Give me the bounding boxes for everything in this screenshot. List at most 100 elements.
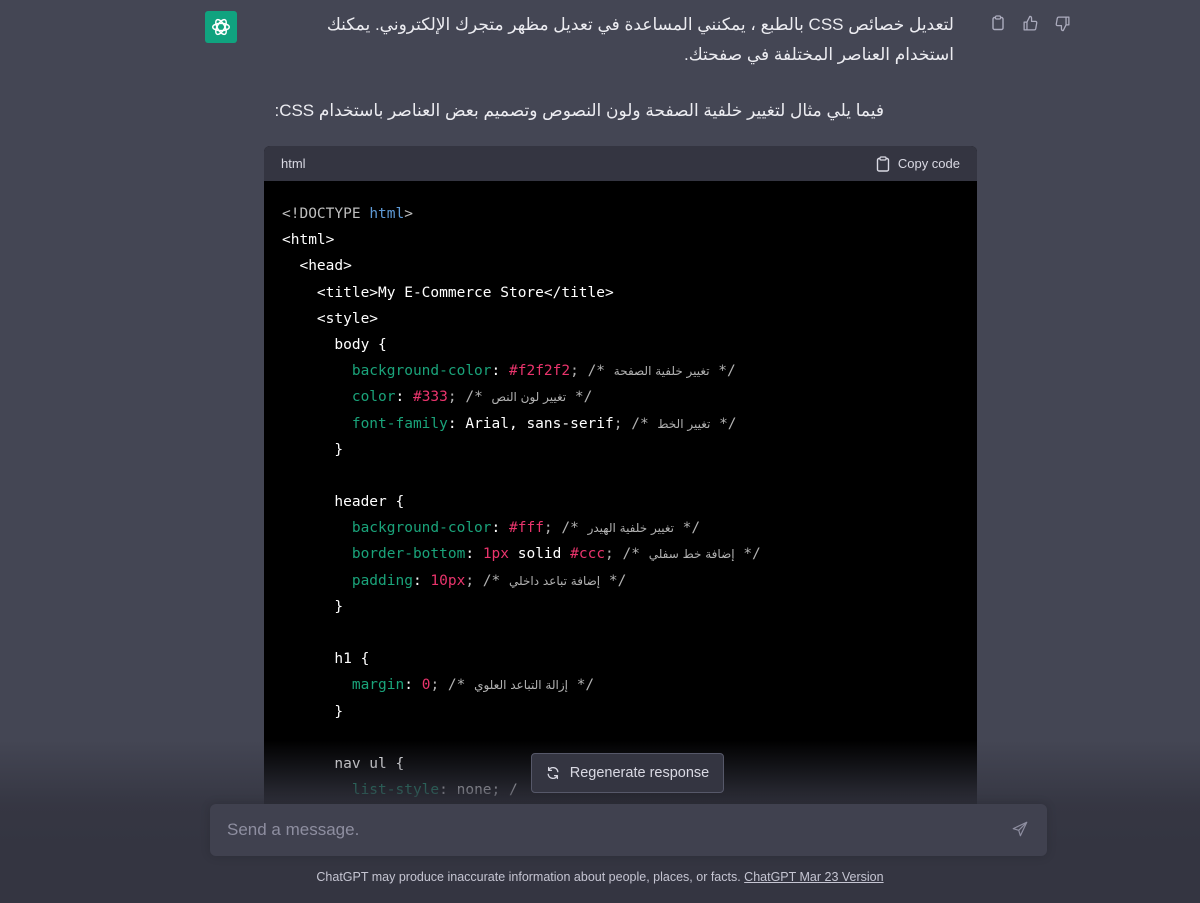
code-token: <style> [282,310,379,327]
code-line: border-bottom: 1px solid #ccc; /* إضافة … [282,541,959,567]
version-link[interactable]: ChatGPT Mar 23 Version [744,870,883,884]
code-token: تغيير خلفية الصفحة [613,364,710,379]
code-line: background-color: #fff; /* تغيير خلفية ا… [282,515,959,541]
code-token: header { [282,494,405,511]
code-token: padding [351,572,413,589]
refresh-icon [547,766,559,780]
code-token: */ [567,677,595,694]
code-token: > [404,206,413,222]
code-token: 1px [482,546,510,563]
code-token: #fff [509,520,544,537]
code-token: color [351,389,396,406]
code-line: font-family: Arial, sans-serif; /* تغيير… [282,411,959,437]
code-token: #ccc [570,546,606,563]
code-token: background-color [351,363,492,380]
code-token: font-family [351,415,448,432]
code-token: تغيير لون النص [491,390,567,405]
copy-code-label: Copy code [897,156,960,171]
code-token: ; /* [447,389,492,406]
code-line: } [282,437,959,463]
thumbs-up-button[interactable] [1020,13,1040,33]
code-token: <html> [282,232,335,249]
thumbs-down-icon [1055,15,1070,31]
code-line: <title>My E-Commerce Store</title> [282,280,959,306]
copy-code-button[interactable]: Copy code [876,155,960,172]
code-token: */ [566,389,593,406]
code-content: <!DOCTYPE html> <html> <head> <title>My E… [264,181,977,803]
code-token: تغيير خلفية الهيدر [587,521,674,536]
code-language-label: html [281,156,306,171]
copy-message-button[interactable] [988,13,1008,33]
clipboard-icon [876,155,890,172]
code-token: : [395,389,413,406]
code-token: h1 { [282,651,370,668]
message-input[interactable] [210,804,990,856]
regenerate-response-button[interactable]: Regenerate response [531,753,724,793]
code-token: */ [710,415,737,432]
footer-disclaimer: ChatGPT may produce inaccurate informati… [0,870,1200,884]
code-token: margin [351,677,405,694]
code-token: solid [509,546,571,563]
send-icon [1012,821,1028,837]
code-token: } [282,598,344,615]
thumbs-down-button[interactable] [1052,13,1072,33]
send-button[interactable] [1011,820,1031,840]
code-token: ; /* [430,677,475,694]
code-token: إضافة تباعد داخلي [509,573,601,588]
assistant-avatar [205,11,237,43]
code-token: : Arial, sans-serif [447,415,614,432]
code-token: <title>My E-Commerce Store</title> [282,284,614,301]
code-token: */ [673,520,701,537]
footer-text: ChatGPT may produce inaccurate informati… [316,870,745,884]
code-line: margin: 0; /* إزالة التباعد العلوي */ [282,672,959,698]
code-token: } [282,441,344,458]
code-token: body { [282,336,387,353]
code-line: background-color: #f2f2f2; /* تغيير خلفي… [282,358,959,384]
openai-logo-icon [212,18,230,36]
chat-page: لتعديل خصائص CSS بالطبع ، يمكنني المساعد… [0,0,1200,903]
regenerate-label: Regenerate response [569,765,710,781]
code-token: : [465,546,483,563]
message-composer [210,804,1047,856]
code-token: تغيير الخط [657,416,711,431]
code-token: ; /* [570,363,614,380]
code-line: <html> [282,227,959,253]
code-line: <style> [282,306,959,332]
code-line: body { [282,332,959,358]
code-line: <head> [282,253,959,279]
message-actions [988,13,1072,33]
code-token: : [412,572,431,589]
code-token: : [491,363,509,380]
clipboard-icon [992,15,1004,31]
code-line: h1 { [282,646,959,672]
assistant-paragraph-2: فيما يلي مثال لتغيير خلفية الصفحة ولون ا… [274,101,884,120]
code-token: <head> [282,258,352,275]
code-token: border-bottom [351,546,466,563]
code-token: */ [600,572,627,589]
code-line: } [282,699,959,725]
code-token: <!DOCTYPE [282,206,370,222]
code-token: html [369,206,405,222]
code-line: padding: 10px; /* إضافة تباعد داخلي */ [282,568,959,594]
code-token: */ [709,363,736,380]
code-token: إزالة التباعد العلوي [474,678,568,693]
code-block-header: html Copy code [264,146,977,181]
code-token: #333 [412,389,448,406]
code-token: : [404,677,422,694]
code-line: color: #333; /* تغيير لون النص */ [282,384,959,410]
code-line: header { [282,489,959,515]
assistant-paragraph-1: لتعديل خصائص CSS بالطبع ، يمكنني المساعد… [326,15,954,64]
code-token: 10px [430,572,466,589]
code-token: background-color [351,520,492,537]
code-token: : [491,520,509,537]
code-line: } [282,594,959,620]
